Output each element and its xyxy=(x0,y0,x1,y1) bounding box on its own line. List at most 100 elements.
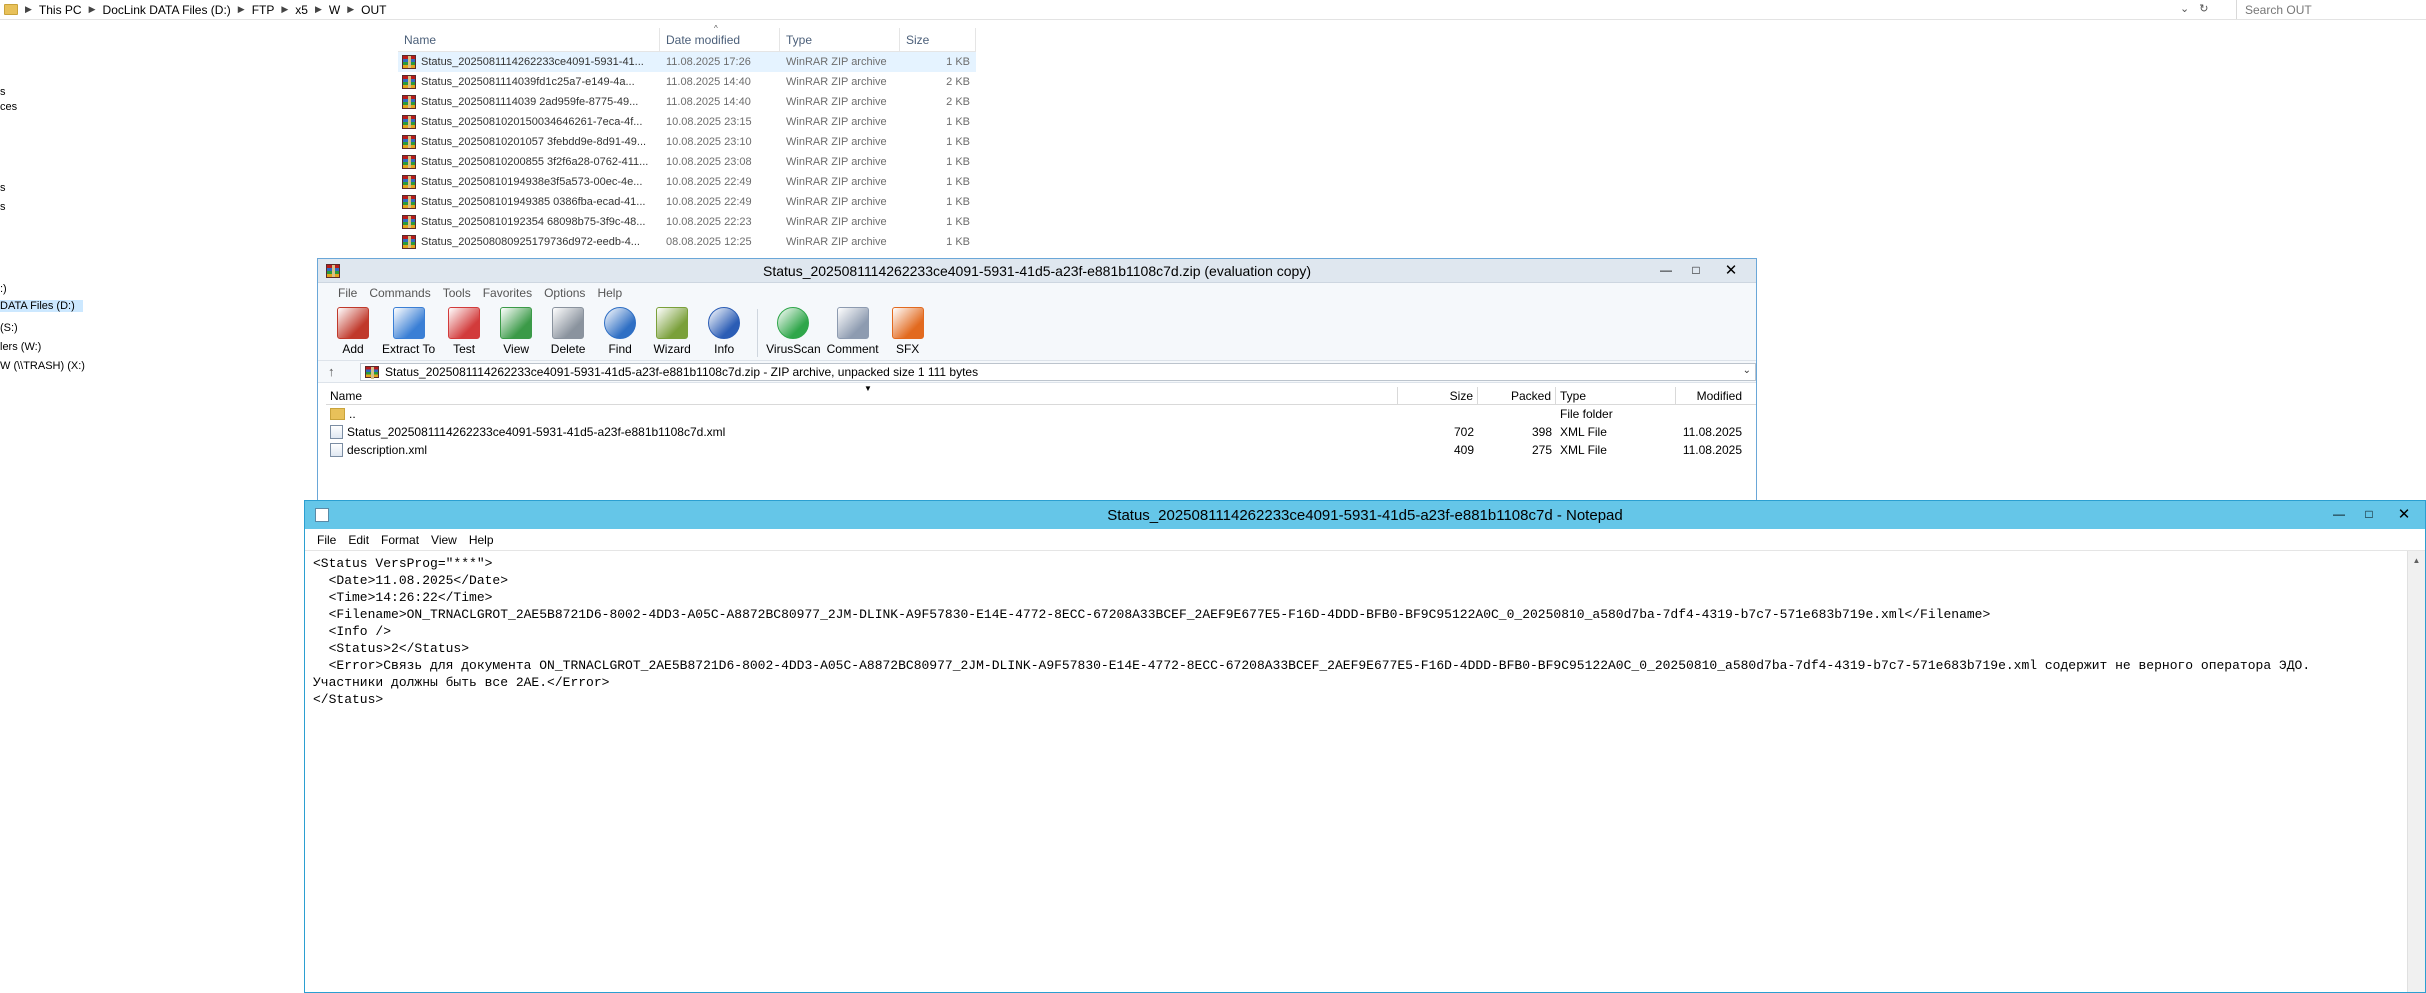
chevron-right-icon[interactable]: ▶ xyxy=(22,4,35,15)
up-arrow-icon[interactable]: ↑ xyxy=(328,364,348,379)
winrar-zip-icon xyxy=(402,75,416,89)
nav-item[interactable]: :) xyxy=(0,283,7,295)
test-clipboard-icon xyxy=(448,307,481,339)
column-name[interactable]: Name ▼ xyxy=(326,384,1398,404)
toolbar-button-delete[interactable]: Delete xyxy=(545,307,591,356)
nav-item[interactable]: s xyxy=(0,201,6,213)
file-name: Status_20250810194938e3f5a573-00ec-4e... xyxy=(421,176,643,188)
breadcrumb-this-pc[interactable]: This PC xyxy=(35,3,86,17)
chevron-right-icon[interactable]: ▶ xyxy=(235,4,248,15)
column-size[interactable]: Size xyxy=(900,28,976,51)
file-row[interactable]: Status_2025081114039fd1c25a7-e149-4a... 1… xyxy=(398,72,976,92)
file-row[interactable]: Status_20250810192354 68098b75-3f9c-48..… xyxy=(398,212,976,232)
file-row[interactable]: Status_202508080925179736d972-eedb-4... 0… xyxy=(398,232,976,252)
address-controls: ⌄ ↻ xyxy=(2180,2,2208,15)
toolbar-button-view[interactable]: View xyxy=(493,307,539,356)
menu-item-commands[interactable]: Commands xyxy=(363,286,436,300)
column-type[interactable]: Type xyxy=(1556,387,1676,404)
winrar-zip-icon xyxy=(402,155,416,169)
toolbar-button-wizard[interactable]: Wizard xyxy=(649,307,695,356)
menu-item-format[interactable]: Format xyxy=(375,533,425,547)
nav-item[interactable]: W (\\TRASH) (X:) xyxy=(0,360,85,372)
menu-item-file[interactable]: File xyxy=(332,286,363,300)
nav-item-selected[interactable]: DATA Files (D:) xyxy=(0,300,83,312)
toolbar-label: SFX xyxy=(895,342,920,356)
toolbar-button-extract-to[interactable]: Extract To xyxy=(382,307,435,356)
nav-item[interactable]: lers (W:) xyxy=(0,341,41,353)
nav-item[interactable]: ces xyxy=(0,101,17,113)
nav-item[interactable]: (S:) xyxy=(0,322,18,334)
vertical-scrollbar[interactable]: ▲ xyxy=(2407,551,2425,992)
archive-row[interactable]: .. File folder xyxy=(326,405,1756,423)
file-row[interactable]: Status_2025081114039 2ad959fe-8775-49...… xyxy=(398,92,976,112)
maximize-button[interactable]: □ xyxy=(1684,262,1708,278)
chevron-right-icon[interactable]: ▶ xyxy=(86,4,99,15)
search-input[interactable]: Search OUT xyxy=(2236,0,2426,19)
search-placeholder: Search OUT xyxy=(2245,2,2312,17)
file-name: Status_2025081114039fd1c25a7-e149-4a... xyxy=(421,76,635,88)
close-button[interactable]: ✕ xyxy=(1714,262,1748,279)
toolbar-button-find[interactable]: Find xyxy=(597,307,643,356)
file-row[interactable]: Status_20250810194938e3f5a573-00ec-4e...… xyxy=(398,172,976,192)
menu-item-file[interactable]: File xyxy=(311,533,342,547)
minimize-button[interactable]: — xyxy=(1654,262,1678,278)
archive-name-cell: .. xyxy=(326,407,1398,421)
file-row[interactable]: Status_2025081114262233ce4091-5931-41...… xyxy=(398,52,976,72)
notepad-menu-bar: File Edit Format View Help xyxy=(305,529,2425,551)
minimize-button[interactable]: — xyxy=(2327,506,2351,522)
nav-item[interactable]: s xyxy=(0,86,6,98)
breadcrumb-out[interactable]: OUT xyxy=(357,3,390,17)
file-row[interactable]: Status_202508101949385 0386fba-ecad-41..… xyxy=(398,192,976,212)
chevron-right-icon[interactable]: ▶ xyxy=(312,4,325,15)
archive-item-packed: 275 xyxy=(1531,443,1552,457)
archive-row[interactable]: Status_2025081114262233ce4091-5931-41d5-… xyxy=(326,423,1756,441)
menu-item-view[interactable]: View xyxy=(425,533,463,547)
chevron-right-icon[interactable]: ▶ xyxy=(344,4,357,15)
chevron-right-icon[interactable]: ▶ xyxy=(278,4,291,15)
toolbar-button-info[interactable]: Info xyxy=(701,307,747,356)
column-date-modified[interactable]: Date modified xyxy=(660,28,780,51)
toolbar-button-sfx[interactable]: SFX xyxy=(885,307,931,356)
wand-icon xyxy=(656,307,689,339)
breadcrumb-w[interactable]: W xyxy=(325,3,344,17)
menu-item-help[interactable]: Help xyxy=(591,286,628,300)
column-size[interactable]: Size xyxy=(1398,387,1478,404)
column-modified[interactable]: Modified xyxy=(1676,387,1746,404)
breadcrumb-drive[interactable]: DocLink DATA Files (D:) xyxy=(99,3,235,17)
column-type[interactable]: Type xyxy=(780,28,900,51)
toolbar-button-virusscan[interactable]: VirusScan xyxy=(766,307,821,356)
scroll-up-icon[interactable]: ▲ xyxy=(2408,551,2425,569)
toolbar-button-add[interactable]: Add xyxy=(330,307,376,356)
file-rows: Status_2025081114262233ce4091-5931-41...… xyxy=(398,52,976,252)
notepad-title-bar[interactable]: Status_2025081114262233ce4091-5931-41d5-… xyxy=(305,501,2425,529)
menu-item-tools[interactable]: Tools xyxy=(437,286,477,300)
column-name[interactable]: Name xyxy=(398,28,660,51)
file-name: Status_20250810201057 3febdd9e-8d91-49..… xyxy=(421,136,647,148)
file-row[interactable]: Status_20250810200855 3f2f6a28-0762-411.… xyxy=(398,152,976,172)
toolbar-button-comment[interactable]: Comment xyxy=(827,307,879,356)
menu-item-options[interactable]: Options xyxy=(538,286,591,300)
refresh-icon[interactable]: ↻ xyxy=(2199,2,2208,15)
winrar-title-bar[interactable]: Status_2025081114262233ce4091-5931-41d5-… xyxy=(318,259,1756,283)
address-bar[interactable]: ▶ This PC ▶ DocLink DATA Files (D:) ▶ FT… xyxy=(0,0,2426,20)
file-row[interactable]: Status_2025081020150034646261-7eca-4f...… xyxy=(398,112,976,132)
file-name: Status_202508080925179736d972-eedb-4... xyxy=(421,236,640,248)
menu-item-edit[interactable]: Edit xyxy=(342,533,375,547)
toolbar-button-test[interactable]: Test xyxy=(441,307,487,356)
file-name-cell: Status_20250810201057 3febdd9e-8d91-49..… xyxy=(398,135,660,149)
column-packed[interactable]: Packed xyxy=(1478,387,1556,404)
close-button[interactable]: ✕ xyxy=(2387,506,2421,523)
notepad-text-area[interactable]: <Status VersProg="***"> <Date>11.08.2025… xyxy=(313,555,2403,992)
chevron-down-icon[interactable]: ⌄ xyxy=(1743,365,1751,376)
menu-item-help[interactable]: Help xyxy=(463,533,500,547)
breadcrumb-x5[interactable]: x5 xyxy=(291,3,312,17)
file-size: 1 KB xyxy=(946,136,970,148)
breadcrumb-ftp[interactable]: FTP xyxy=(248,3,279,17)
archive-path-combo[interactable]: Status_2025081114262233ce4091-5931-41d5-… xyxy=(360,362,1756,381)
maximize-button[interactable]: □ xyxy=(2357,506,2381,522)
nav-item[interactable]: s xyxy=(0,182,6,194)
archive-row[interactable]: description.xml 409 275 XML File 11.08.2025 xyxy=(326,441,1756,459)
chevron-down-icon[interactable]: ⌄ xyxy=(2180,2,2189,15)
file-row[interactable]: Status_20250810201057 3febdd9e-8d91-49..… xyxy=(398,132,976,152)
menu-item-favorites[interactable]: Favorites xyxy=(477,286,538,300)
